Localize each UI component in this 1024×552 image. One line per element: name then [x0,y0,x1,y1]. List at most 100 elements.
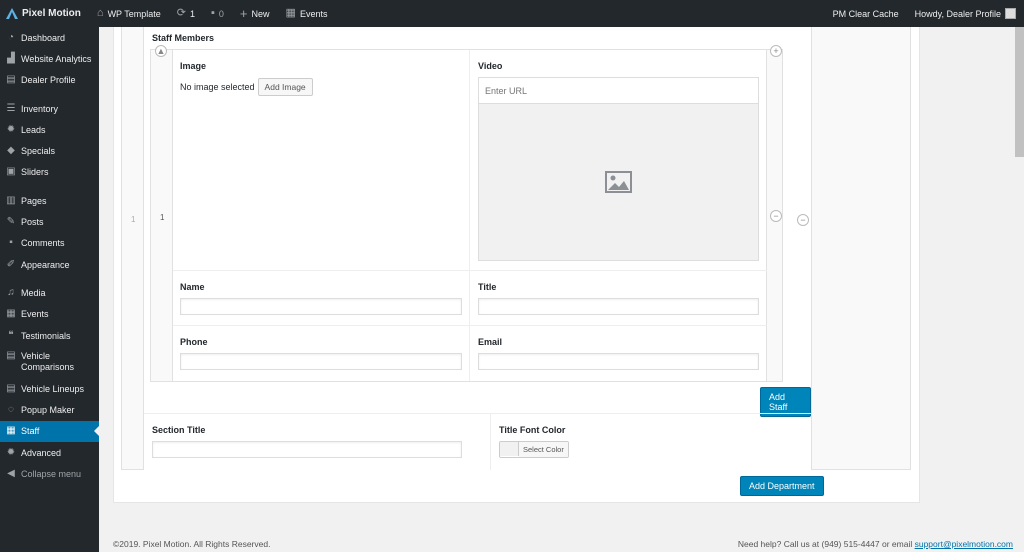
sidebar-item-popup-maker[interactable]: ◌ Popup Maker [0,399,99,420]
sidebar-item-sliders[interactable]: ▣ Sliders [0,162,99,183]
pixel-motion-logo-icon [6,7,18,19]
comment-icon: ▪ [9,237,13,249]
sidebar-item-website-analytics[interactable]: ▟ Website Analytics [0,48,99,69]
home-icon: ⌂ [96,7,104,19]
sidebar-item-label: Media [21,287,46,298]
media-icon: ♫ [7,286,15,298]
name-cell: Name [173,271,470,326]
analytics-icon: ▟ [7,52,15,64]
sidebar-item-label: Sliders [21,167,49,178]
sidebar-item-advanced[interactable]: ✹ Advanced [0,442,99,463]
avatar [1005,8,1016,19]
events-link[interactable]: ▦ Events [278,0,336,27]
scrollbar[interactable] [1015,27,1024,157]
collapse-row-button[interactable]: ▲ [155,45,167,57]
staff-icon: ▦ [6,425,16,437]
sidebar-item-testimonials[interactable]: ❝ Testimonials [0,325,99,346]
section-title-cell: Section Title [144,414,491,470]
updates-link[interactable]: ⟳ 1 [169,0,203,27]
account-menu[interactable]: Howdy, Dealer Profile [907,0,1024,27]
comment-icon: ▪ [211,7,215,19]
sidebar-item-dashboard[interactable]: ◔ Dashboard [0,27,99,48]
sidebar-item-staff[interactable]: ▦ Staff [0,420,99,443]
sidebar-item-media[interactable]: ♫ Media [0,282,99,303]
section-title-label: Section Title [152,425,206,435]
admin-sidebar: ◔ Dashboard ▟ Website Analytics ▤ Dealer Pr… [0,27,99,552]
add-row-button[interactable]: + [770,45,782,57]
sidebar-item-label: Pages [21,195,47,206]
email-input[interactable] [478,353,759,370]
add-image-button[interactable]: Add Image [257,78,313,96]
sidebar-item-label: Website Analytics [21,53,92,64]
calendar-icon: ▦ [285,7,296,19]
title-input[interactable] [478,298,759,315]
color-swatch [500,442,519,456]
sidebar-item-label: Leads [21,124,46,135]
sidebar-item-dealer-profile[interactable]: ▤ Dealer Profile [0,70,99,91]
collapse-menu-button[interactable]: ◀ Collapse menu [0,463,99,484]
sidebar-item-comments[interactable]: ▪ Comments [0,233,99,254]
section-title-input[interactable] [152,441,462,458]
sidebar-item-label: Collapse menu [21,468,82,479]
sidebar-item-label: Vehicle Comparisons [21,351,75,373]
refresh-icon: ⟳ [176,7,186,19]
profile-icon: ▤ [6,74,16,86]
image-placeholder-icon [605,171,632,193]
remove-department-button[interactable]: − [797,214,809,226]
title-font-color-cell: Title Font Color Select Color [491,414,811,470]
sidebar-item-label: Advanced [21,447,62,458]
brush-icon: ✐ [6,258,16,270]
sidebar-item-label: Comments [21,238,65,249]
sidebar-item-pages[interactable]: ▥ Pages [0,190,99,211]
plus-icon: + [239,6,248,21]
template-label: WP Template [107,8,161,19]
phone-label: Phone [180,337,208,347]
sidebar-item-posts[interactable]: ✎ Posts [0,211,99,232]
sidebar-item-label: Events [21,309,49,320]
sidebar-item-label: Appearance [21,259,70,270]
image-cell: Image No image selected Add Image [173,50,470,271]
select-color-button[interactable]: Select Color [519,442,568,457]
site-logo-link[interactable]: Pixel Motion [0,0,89,27]
slides-icon: ▣ [6,166,16,178]
admin-bar: Pixel Motion ⌂ WP Template ⟳ 1 ▪ 0 + New… [0,0,1024,27]
no-image-text: No image selected [180,82,255,92]
sidebar-item-vehicle-comparisons[interactable]: ▤ Vehicle Comparisons [0,346,99,378]
phone-input[interactable] [180,353,462,370]
sidebar-item-label: Posts [21,217,44,228]
sidebar-item-inventory[interactable]: ☰ Inventory [0,98,99,119]
video-label: Video [478,61,503,71]
collapse-icon: ◀ [7,467,15,479]
sidebar-item-leads[interactable]: ✹ Leads [0,119,99,140]
phone-cell: Phone [173,326,470,381]
video-url-input[interactable] [479,78,758,104]
clear-cache-link[interactable]: PM Clear Cache [825,0,907,27]
sidebar-item-specials[interactable]: ◆ Specials [0,140,99,161]
comments-link[interactable]: ▪ 0 [203,0,232,27]
sidebar-item-label: Staff [21,426,40,437]
remove-row-button[interactable]: − [770,210,782,222]
image-label: Image [180,61,207,71]
email-label: Email [478,337,503,347]
title-font-color-label: Title Font Color [499,425,566,435]
pages-icon: ▥ [6,194,16,206]
support-email-link[interactable]: support@pixelmotion.com [915,539,1013,549]
template-link[interactable]: ⌂ WP Template [89,0,169,27]
quote-icon: ❝ [8,329,14,341]
compare-icon: ▤ [6,350,16,362]
sidebar-item-appearance[interactable]: ✐ Appearance [0,254,99,275]
sidebar-item-label: Vehicle Lineups [21,383,85,394]
name-input[interactable] [180,298,462,315]
comments-count: 0 [218,8,224,19]
add-department-button[interactable]: Add Department [740,476,824,496]
sidebar-item-vehicle-lineups[interactable]: ▤ Vehicle Lineups [0,378,99,399]
sidebar-item-events[interactable]: ▦ Events [0,304,99,325]
email-cell: Email [470,326,767,381]
help-message: Need help? Call us at (949) 515-4447 or … [737,539,915,549]
new-content-link[interactable]: + New [232,0,278,27]
pin-icon: ✎ [6,216,16,228]
title-cell: Title [470,271,767,326]
inventory-icon: ☰ [6,102,16,114]
color-picker[interactable]: Select Color [499,441,569,458]
name-label: Name [180,282,205,292]
